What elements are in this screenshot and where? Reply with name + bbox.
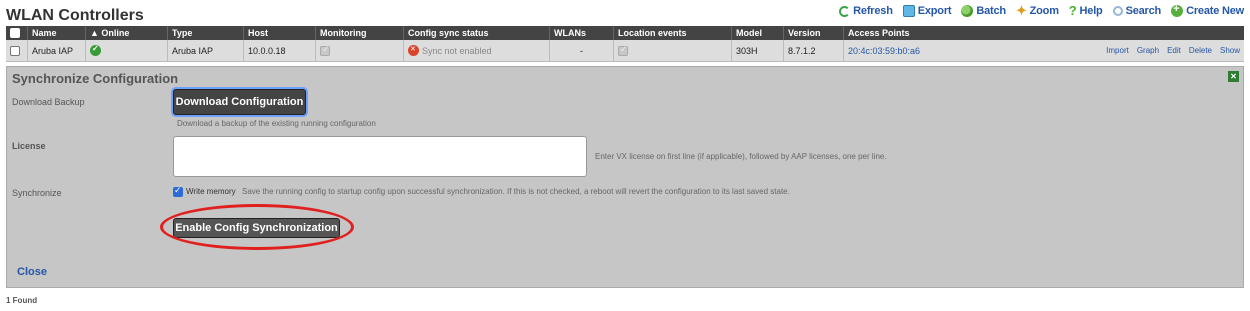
create-new-label: Create New: [1186, 5, 1244, 17]
show-link[interactable]: Show: [1220, 46, 1240, 55]
online-cell: [86, 40, 168, 61]
column-host-label: Host: [248, 28, 268, 38]
export-label: Export: [917, 5, 952, 17]
column-type[interactable]: Type: [168, 26, 244, 40]
wlan-controllers-page: WLAN Controllers Refresh Export Batch ✦ Z…: [0, 0, 1250, 311]
export-icon: [902, 5, 915, 17]
refresh-label: Refresh: [853, 5, 893, 17]
monitoring-checkbox: [320, 44, 330, 56]
import-link[interactable]: Import: [1106, 46, 1129, 55]
location-events-checkbox: [618, 44, 628, 56]
download-hint: Download a backup of the existing runnin…: [177, 119, 376, 128]
access-point-link[interactable]: 20:4c:03:59:b0:a6: [848, 46, 920, 56]
zoom-action[interactable]: ✦ Zoom: [1015, 3, 1059, 18]
synchronize-label: Synchronize: [12, 188, 62, 198]
graph-link[interactable]: Graph: [1137, 46, 1159, 55]
zoom-label: Zoom: [1029, 5, 1059, 17]
search-icon: [1112, 6, 1123, 16]
license-label: License: [12, 141, 46, 151]
column-host[interactable]: Host: [244, 26, 316, 40]
column-name[interactable]: Name: [28, 26, 86, 40]
location-events-cell: [614, 40, 732, 61]
batch-label: Batch: [976, 5, 1006, 17]
column-type-label: Type: [172, 28, 193, 38]
name-cell: Aruba IAP: [28, 40, 86, 61]
column-model-label: Model: [736, 28, 762, 38]
column-wlans-label: WLANs: [554, 28, 586, 38]
stop-icon: [408, 45, 419, 56]
row-host: 10.0.0.18: [248, 45, 286, 56]
column-version-label: Version: [788, 28, 821, 38]
write-memory-description: Save the running config to startup confi…: [242, 187, 790, 196]
zoom-icon: ✦: [1015, 3, 1027, 18]
row-actions: Import Graph Edit Delete Show: [1106, 40, 1240, 61]
help-icon: ?: [1068, 3, 1077, 18]
enable-config-sync-button[interactable]: Enable Config Synchronization: [173, 218, 340, 238]
column-access-points-label: Access Points: [848, 28, 910, 38]
row-wlans: -: [580, 45, 583, 56]
monitoring-cell: [316, 40, 404, 61]
column-config-sync-status[interactable]: Config sync status: [404, 26, 550, 40]
table-row: Aruba IAP Aruba IAP 10.0.0.18 Sync not e…: [6, 40, 1244, 62]
download-configuration-button[interactable]: Download Configuration: [173, 89, 306, 115]
help-label: Help: [1079, 5, 1103, 17]
close-icon[interactable]: ✕: [1228, 71, 1239, 82]
column-name-label: Name: [32, 28, 57, 38]
result-count: 1 Found: [6, 296, 38, 305]
column-monitoring-label: Monitoring: [320, 28, 367, 38]
help-action[interactable]: ? Help: [1068, 3, 1103, 18]
column-wlans[interactable]: WLANs: [550, 26, 614, 40]
online-check-icon: [90, 44, 101, 56]
column-location-events-label: Location events: [618, 28, 687, 38]
column-online-label: Online: [101, 28, 130, 38]
create-new-action[interactable]: Create New: [1171, 3, 1244, 17]
column-version[interactable]: Version: [784, 26, 844, 40]
sort-asc-icon: ▲: [90, 28, 102, 38]
column-online[interactable]: ▲ Online: [86, 26, 168, 40]
row-model: 303H: [736, 45, 758, 56]
row-checkbox[interactable]: [10, 45, 20, 56]
sync-config-panel: Synchronize Configuration ✕ Download Bac…: [6, 66, 1244, 288]
batch-icon: [961, 5, 974, 17]
column-location-events[interactable]: Location events: [614, 26, 732, 40]
license-textarea[interactable]: [173, 136, 587, 177]
row-name: Aruba IAP: [32, 45, 74, 56]
row-sync-status: Sync not enabled: [422, 45, 492, 56]
page-title: WLAN Controllers: [6, 7, 144, 24]
row-version: 8.7.1.2: [788, 45, 816, 56]
version-cell: 8.7.1.2: [784, 40, 844, 61]
license-hint: Enter VX license on first line (if appli…: [595, 152, 887, 161]
search-action[interactable]: Search: [1112, 5, 1162, 17]
type-cell: Aruba IAP: [168, 40, 244, 61]
column-model[interactable]: Model: [732, 26, 784, 40]
create-new-icon: [1171, 3, 1184, 17]
select-all-checkbox[interactable]: [10, 28, 20, 38]
delete-link[interactable]: Delete: [1189, 46, 1212, 55]
write-memory-checkbox[interactable]: [173, 185, 183, 197]
column-monitoring[interactable]: Monitoring: [316, 26, 404, 40]
batch-action[interactable]: Batch: [961, 5, 1006, 17]
write-memory-label: Write memory: [186, 187, 236, 196]
model-cell: 303H: [732, 40, 784, 61]
wlans-cell: -: [550, 40, 614, 61]
host-cell: 10.0.0.18: [244, 40, 316, 61]
row-select-cell: [6, 40, 28, 61]
select-all-cell: [6, 26, 28, 40]
refresh-action[interactable]: Refresh: [839, 5, 893, 17]
toolbar: Refresh Export Batch ✦ Zoom ? Help Search …: [839, 3, 1244, 18]
export-action[interactable]: Export: [902, 5, 952, 17]
column-config-sync-status-label: Config sync status: [408, 28, 489, 38]
edit-link[interactable]: Edit: [1167, 46, 1181, 55]
row-type: Aruba IAP: [172, 45, 214, 56]
refresh-icon: [839, 5, 851, 17]
table-header: Name ▲ Online Type Host Monitoring Confi…: [6, 26, 1244, 40]
sync-status-cell: Sync not enabled: [404, 40, 550, 61]
column-access-points[interactable]: Access Points: [844, 26, 1244, 40]
close-link[interactable]: Close: [17, 266, 47, 278]
download-backup-label: Download Backup: [12, 97, 85, 107]
search-label: Search: [1125, 5, 1162, 17]
panel-title: Synchronize Configuration: [12, 71, 179, 86]
